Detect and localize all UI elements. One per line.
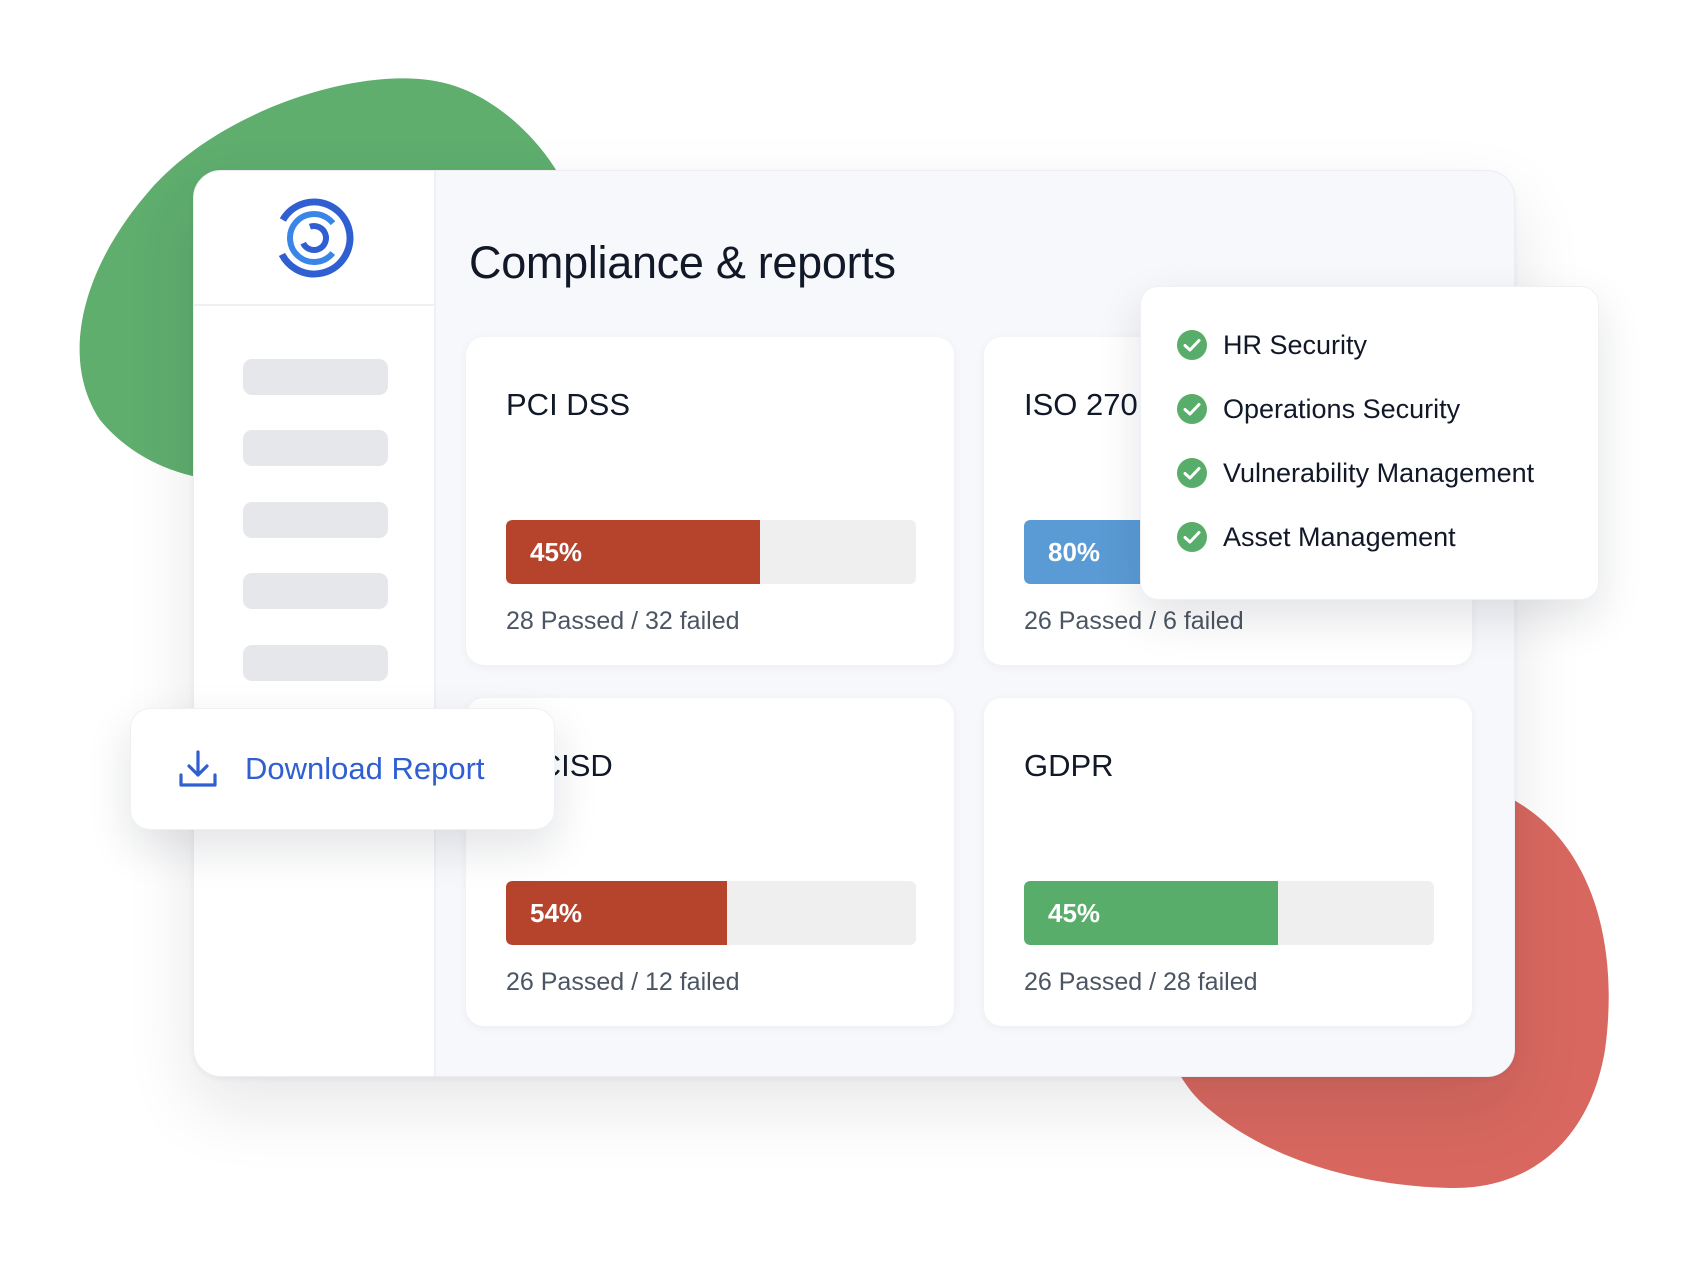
checklist-item: Vulnerability Management bbox=[1176, 455, 1534, 491]
progress-percent: 45% bbox=[530, 537, 583, 567]
card-title: ISO 270 bbox=[1024, 387, 1138, 422]
sidebar bbox=[194, 171, 436, 1076]
card-stats: 26 Passed / 28 failed bbox=[1024, 968, 1258, 996]
card-title: GDPR bbox=[1024, 748, 1114, 783]
check-circle-icon bbox=[1177, 330, 1207, 360]
checklist-item-label: HR Security bbox=[1223, 329, 1368, 360]
concentric-rings-logo-icon bbox=[274, 198, 354, 277]
sidebar-item-placeholder[interactable] bbox=[243, 573, 388, 609]
card-stats: 26 Passed / 12 failed bbox=[506, 968, 740, 996]
failed-count: 32 failed bbox=[644, 607, 740, 635]
sidebar-item-placeholder[interactable] bbox=[243, 430, 388, 466]
card-title: PCI DSS bbox=[506, 387, 631, 422]
progress-percent: 54% bbox=[530, 898, 583, 928]
passed-count: 28 Passed bbox=[506, 607, 625, 635]
failed-count: 12 failed bbox=[644, 968, 740, 996]
check-circle-icon bbox=[1177, 458, 1207, 488]
progress-percent: 45% bbox=[1048, 898, 1101, 928]
progress-bar: 54% bbox=[506, 881, 916, 945]
download-icon bbox=[179, 750, 217, 787]
checklist-item: Asset Management bbox=[1176, 519, 1456, 555]
compliance-card[interactable]: PCI DSS 45% 28 Passed / 32 failed bbox=[466, 337, 954, 665]
progress-bar: 45% bbox=[1024, 881, 1434, 945]
passed-count: 26 Passed bbox=[1024, 968, 1143, 996]
checklist-item-label: Asset Management bbox=[1223, 521, 1456, 552]
download-report-button[interactable]: Download Report bbox=[130, 708, 555, 830]
sidebar-item-placeholder[interactable] bbox=[243, 359, 388, 395]
checklist-item-label: Vulnerability Management bbox=[1223, 457, 1535, 488]
check-circle-icon bbox=[1177, 394, 1207, 424]
card-stats: 28 Passed / 32 failed bbox=[506, 607, 740, 635]
sidebar-item-placeholder[interactable] bbox=[243, 645, 388, 681]
failed-count: 6 failed bbox=[1162, 607, 1244, 635]
sidebar-item-placeholder[interactable] bbox=[243, 502, 388, 538]
checklist-item-label: Operations Security bbox=[1223, 393, 1461, 424]
card-stats: 26 Passed / 6 failed bbox=[1024, 607, 1244, 635]
progress-bar: 45% bbox=[506, 520, 916, 584]
progress-percent: 80% bbox=[1048, 537, 1101, 567]
failed-count: 28 failed bbox=[1162, 968, 1258, 996]
logo-area bbox=[194, 171, 434, 306]
download-report-label: Download Report bbox=[245, 751, 485, 786]
page-title: Compliance & reports bbox=[469, 237, 896, 288]
check-circle-icon bbox=[1177, 522, 1207, 552]
compliance-card[interactable]: GDPR 45% 26 Passed / 28 failed bbox=[984, 698, 1472, 1026]
passed-count: 26 Passed bbox=[1024, 607, 1143, 635]
passed-count: 26 Passed bbox=[506, 968, 625, 996]
checklist-item: Operations Security bbox=[1176, 391, 1460, 427]
checklist-item: HR Security bbox=[1176, 327, 1367, 363]
checklist-popover: HR Security Operations Security Vulnerab… bbox=[1140, 286, 1599, 600]
